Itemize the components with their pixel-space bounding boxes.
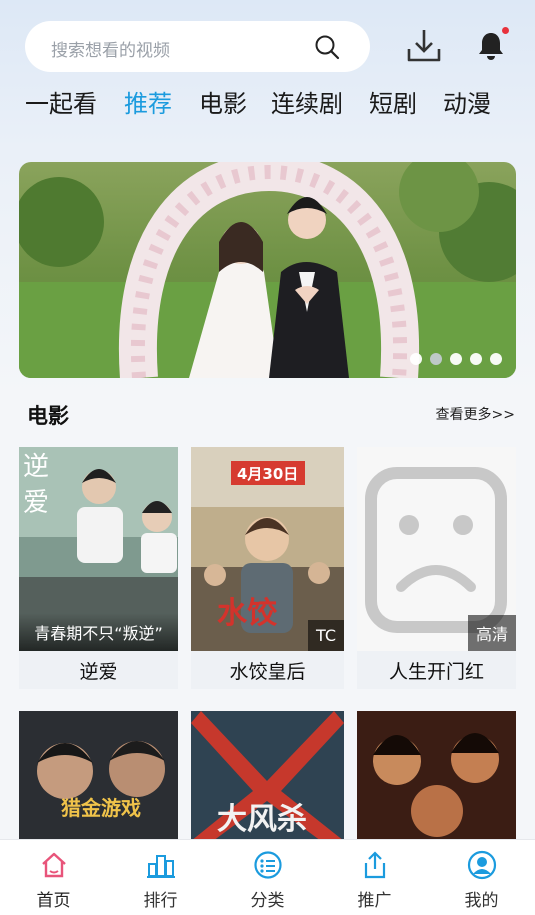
nav-label: 我的 <box>464 891 499 911</box>
movie-poster: 猎金游戏 <box>19 711 178 841</box>
svg-text:猎金游戏: 猎金游戏 <box>61 796 141 820</box>
nav-profile[interactable]: 我的 <box>428 840 535 915</box>
carousel-dot[interactable] <box>410 353 422 365</box>
banner-image <box>19 162 516 378</box>
nav-ranking[interactable]: 排行 <box>107 840 214 915</box>
nav-category[interactable]: 分类 <box>214 840 321 915</box>
movie-poster: 大风杀 <box>191 711 344 841</box>
bell-icon[interactable] <box>476 30 506 62</box>
svg-text:大风杀: 大风杀 <box>217 802 307 837</box>
carousel-dots <box>410 353 502 365</box>
movie-poster: 4月30日 水饺 TC <box>191 447 344 651</box>
movie-card[interactable] <box>357 711 516 841</box>
tab-movies[interactable]: 电影 <box>199 84 247 119</box>
movie-badge: TC <box>307 620 344 651</box>
nav-label: 排行 <box>143 891 178 911</box>
movie-badge: 青春期不只“叛逆” <box>19 613 178 651</box>
search-placeholder: 搜索想看的视频 <box>51 41 170 61</box>
search-input[interactable]: 搜索想看的视频 <box>25 21 370 72</box>
bottom-nav: 首页 排行 分类 推广 我的 <box>0 839 535 915</box>
movie-card[interactable]: 猎金游戏 <box>19 711 178 841</box>
category-icon <box>254 851 282 879</box>
movie-card[interactable]: 大风杀 <box>191 711 344 841</box>
movie-card[interactable]: 高清 人生开门红 <box>357 447 516 689</box>
tab-watch-together[interactable]: 一起看 <box>25 84 97 119</box>
svg-text:水饺: 水饺 <box>217 596 278 631</box>
section-title: 电影 <box>27 404 69 428</box>
share-icon <box>364 851 386 879</box>
movie-title: 逆爱 <box>79 661 118 683</box>
nav-label: 推广 <box>357 891 392 911</box>
tab-short-drama[interactable]: 短剧 <box>369 84 417 119</box>
movie-poster: 逆 爱 青春期不只“叛逆” <box>19 447 178 651</box>
carousel-dot[interactable] <box>490 353 502 365</box>
tab-recommend[interactable]: 推荐 <box>124 84 172 119</box>
svg-text:爱: 爱 <box>23 488 49 518</box>
notification-dot <box>502 27 509 34</box>
movie-title: 水饺皇后 <box>229 661 306 683</box>
view-more-link[interactable]: 查看更多>> <box>436 404 515 424</box>
movie-badge: 高清 <box>467 615 516 651</box>
carousel-dot[interactable] <box>470 353 482 365</box>
movie-card[interactable]: 逆 爱 青春期不只“叛逆” 逆爱 <box>19 447 178 689</box>
category-tabs: 一起看 推荐 电影 连续剧 短剧 动漫 <box>0 84 535 124</box>
movie-title: 人生开门红 <box>388 661 484 683</box>
header: 搜索想看的视频 一起看 推荐 电影 连续剧 短剧 动漫 <box>0 0 535 150</box>
carousel-dot[interactable] <box>430 353 442 365</box>
ranking-icon <box>147 855 175 878</box>
download-icon[interactable] <box>405 27 443 65</box>
nav-label: 首页 <box>36 891 71 911</box>
search-icon[interactable] <box>314 34 340 60</box>
profile-icon <box>467 850 497 880</box>
svg-text:4月30日: 4月30日 <box>237 465 298 483</box>
movie-poster <box>357 711 516 841</box>
nav-home[interactable]: 首页 <box>0 840 107 915</box>
nav-label: 分类 <box>250 891 285 911</box>
tab-anime[interactable]: 动漫 <box>443 84 491 119</box>
home-icon <box>42 852 66 878</box>
carousel-dot[interactable] <box>450 353 462 365</box>
tab-series[interactable]: 连续剧 <box>271 84 343 119</box>
movie-poster-placeholder: 高清 <box>357 447 516 651</box>
movie-card[interactable]: 4月30日 水饺 TC 水饺皇后 <box>191 447 344 689</box>
nav-promote[interactable]: 推广 <box>321 840 428 915</box>
svg-text:逆: 逆 <box>23 452 49 482</box>
banner-carousel[interactable] <box>19 162 516 378</box>
